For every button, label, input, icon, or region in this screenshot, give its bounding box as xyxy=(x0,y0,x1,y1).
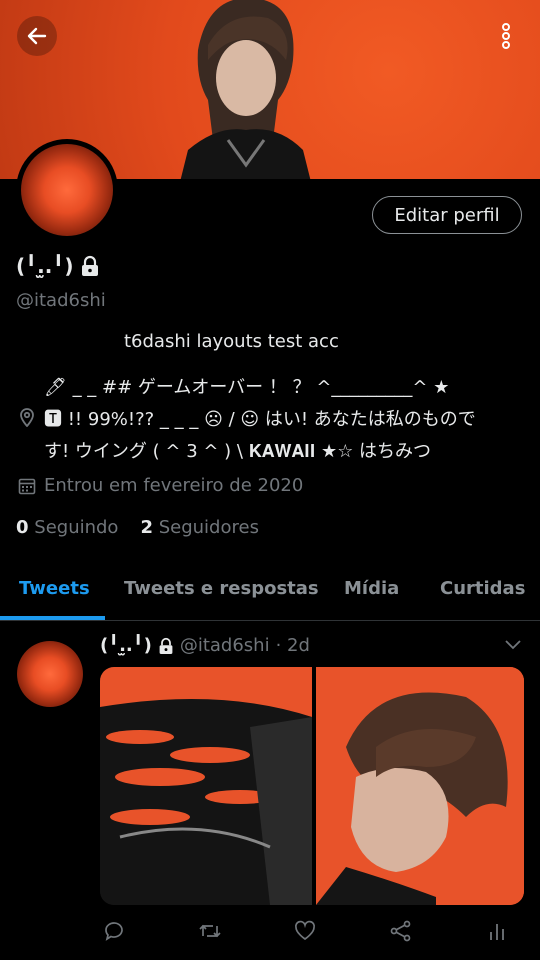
arrow-left-icon xyxy=(27,27,47,45)
joined-text: Entrou em fevereiro de 2020 xyxy=(44,475,304,496)
reply-icon[interactable] xyxy=(103,920,125,942)
followers-count: 2 xyxy=(140,517,153,538)
profile-tabs: Tweets Tweets e respostas Mídia Curtidas xyxy=(0,568,540,621)
following-link[interactable]: 0 Seguindo xyxy=(16,517,118,538)
bio-line-1: t6dashi layouts test acc xyxy=(124,331,339,352)
tweet-header: (╹.̫.╹) @itad6shi · 2d xyxy=(100,635,310,656)
tab-media[interactable]: Mídia xyxy=(344,578,399,599)
tab-tweets[interactable]: Tweets xyxy=(19,578,90,599)
back-button[interactable] xyxy=(17,16,57,56)
follow-stats: 0 Seguindo 2 Seguidores xyxy=(16,517,259,538)
calendar-icon xyxy=(18,478,36,494)
avatar-image xyxy=(21,144,113,236)
tweet-media[interactable] xyxy=(100,667,524,905)
tweet-author-handle[interactable]: @itad6shi xyxy=(180,635,270,656)
bio-line-2: 🖊 _ _ ## ゲームオーバー ！ ？ ^_________^ ★ xyxy=(44,377,450,398)
chevron-down-icon[interactable] xyxy=(504,638,522,652)
bio-line-4: す! ウイング ( ^ 3 ^ ) \ 𝐊𝐀𝐖𝐀𝐈𝐈 ★☆ はちみつ xyxy=(44,441,432,462)
tweet-image-1[interactable] xyxy=(100,667,312,905)
profile-handle: @itad6shi xyxy=(16,290,106,311)
tweet-avatar-image xyxy=(17,641,83,707)
banner-photo-person xyxy=(180,0,311,179)
lock-icon xyxy=(81,255,98,276)
following-count: 0 xyxy=(16,517,29,538)
tab-tweets-and-replies[interactable]: Tweets e respostas xyxy=(124,578,319,599)
more-options-button[interactable] xyxy=(486,16,526,56)
lock-icon xyxy=(159,637,173,654)
share-icon[interactable] xyxy=(390,920,412,942)
following-label: Seguindo xyxy=(34,517,119,538)
location-pin-icon xyxy=(20,408,34,427)
profile-name-text: (╹.̫.╹) xyxy=(16,254,74,278)
profile-name: (╹.̫.╹) xyxy=(16,254,100,278)
tweet-time: · 2d xyxy=(275,635,310,656)
heart-icon[interactable] xyxy=(294,920,316,942)
tab-likes[interactable]: Curtidas xyxy=(440,578,525,599)
bio-line-3: 🆃 !! 99%!?? _ _ _ ☹ / ☺ はい! あなたは私のもので xyxy=(44,409,476,430)
profile-avatar[interactable] xyxy=(16,139,118,241)
active-tab-indicator xyxy=(0,616,105,620)
followers-label: Seguidores xyxy=(158,517,259,538)
edit-profile-button[interactable]: Editar perfil xyxy=(372,196,522,234)
joined-date: Entrou em fevereiro de 2020 xyxy=(18,475,303,496)
tweet-image-2[interactable] xyxy=(316,667,524,905)
retweet-icon[interactable] xyxy=(198,920,222,942)
tweet-author-name[interactable]: (╹.̫.╹) xyxy=(100,635,152,656)
tweet-avatar[interactable] xyxy=(14,638,86,710)
followers-link[interactable]: 2 Seguidores xyxy=(140,517,259,538)
analytics-icon[interactable] xyxy=(486,920,508,942)
more-vertical-icon xyxy=(502,23,510,49)
